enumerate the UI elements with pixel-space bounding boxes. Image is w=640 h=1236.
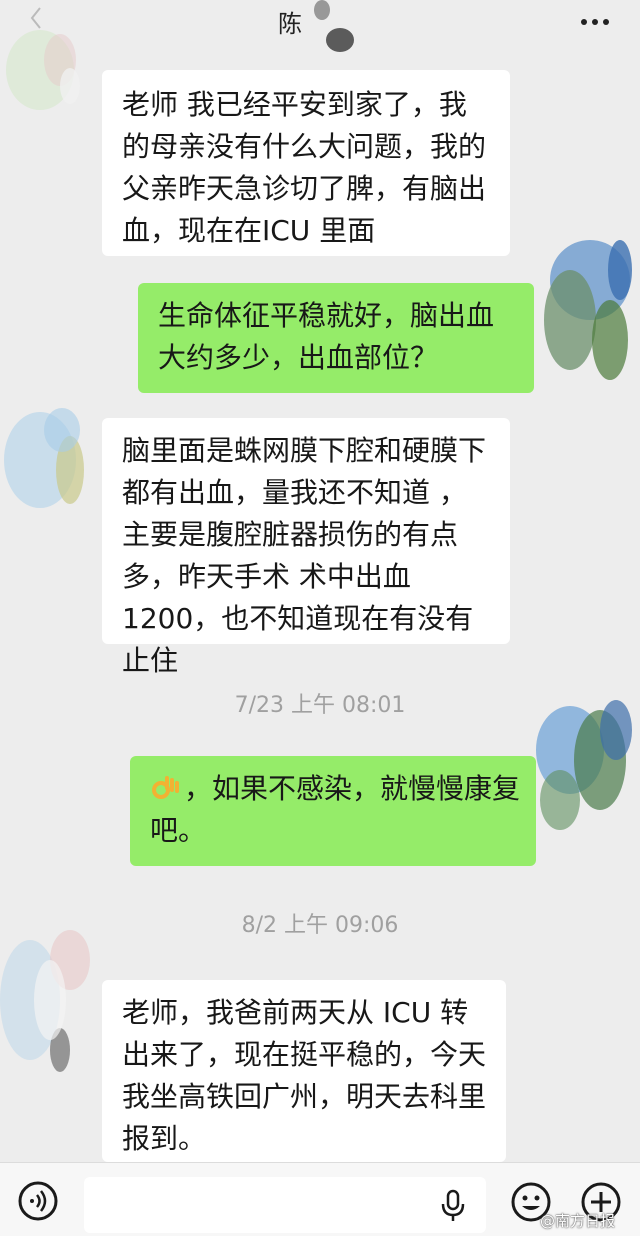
message-bubble-outgoing[interactable]: ，如果不感染，就慢慢康复吧。: [130, 756, 536, 866]
avatar[interactable]: [0, 920, 100, 1080]
watermark: @南方日报: [540, 1212, 616, 1230]
message-input[interactable]: [84, 1177, 486, 1233]
voice-icon[interactable]: [18, 1181, 58, 1221]
mic-icon[interactable]: [440, 1189, 466, 1223]
avatar[interactable]: [530, 220, 640, 400]
message-bubble-incoming[interactable]: 老师 我已经平安到家了，我的母亲没有什么大问题，我的父亲昨天急诊切了脾，有脑出血…: [102, 70, 510, 256]
avatar[interactable]: [520, 690, 640, 850]
message-bubble-incoming[interactable]: 老师，我爸前两天从 ICU 转出来了，现在挺平稳的，今天我坐高铁回广州，明天去科…: [102, 980, 506, 1162]
ok-hand-emoji: [152, 776, 179, 799]
message-text: ，如果不感染，就慢慢康复吧。: [150, 772, 521, 847]
chat-screen: 陈 老师 我已经平安到家了，我的母亲没有什么大问题，我的父亲昨天急诊切了脾，有脑…: [0, 0, 640, 1236]
avatar[interactable]: [0, 390, 100, 530]
avatar[interactable]: [0, 20, 92, 120]
message-bubble-outgoing[interactable]: 生命体征平稳就好，脑出血大约多少，出血部位？: [138, 283, 534, 393]
message-bubble-incoming[interactable]: 脑里面是蛛网膜下腔和硬膜下都有出血，量我还不知道 ，主要是腹腔脏器损伤的有点多，…: [102, 418, 510, 677]
chat-header: 陈: [0, 0, 640, 52]
blur-smudge: [314, 0, 354, 52]
more-dots-icon[interactable]: [578, 10, 612, 30]
